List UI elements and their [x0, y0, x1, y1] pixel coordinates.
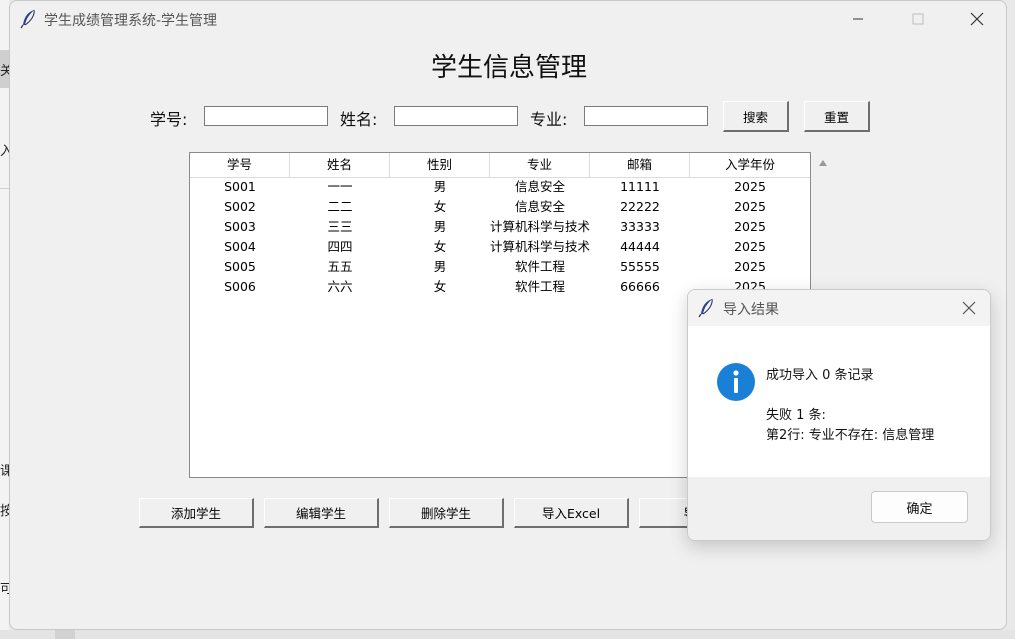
student-id-input[interactable]	[204, 106, 328, 126]
cell-gender: 男	[433, 179, 447, 194]
cell-gender: 女	[433, 239, 447, 254]
cell-enroll-year: 2025	[734, 259, 766, 274]
maximize-icon	[912, 13, 924, 25]
cell-major: 信息安全	[514, 199, 565, 214]
cell-enroll-year: 2025	[734, 179, 766, 194]
name-label: 姓名:	[340, 110, 378, 129]
reset-button[interactable]: 重置	[804, 101, 870, 132]
cell-gender: 女	[433, 279, 447, 294]
cell-name: 六六	[327, 279, 353, 294]
table-row[interactable]: S003 三三 男 计算机科学与技术 33333 2025	[190, 217, 810, 237]
cell-gender: 男	[433, 259, 447, 274]
taskbar-edge	[0, 630, 1015, 639]
cell-enroll-year: 2025	[734, 239, 766, 254]
column-header-gender[interactable]: 性别	[390, 153, 490, 177]
search-button[interactable]: 搜索	[723, 101, 789, 132]
minimize-icon	[853, 18, 863, 20]
dialog-message-failed: 失败 1 条:	[766, 408, 826, 423]
info-icon	[717, 363, 755, 401]
cell-gender: 男	[433, 219, 447, 234]
feather-icon	[20, 9, 35, 29]
cell-email: 11111	[620, 179, 660, 194]
column-header-major[interactable]: 专业	[490, 153, 590, 177]
window-title: 学生成绩管理系统-学生管理	[44, 13, 218, 29]
cell-email: 22222	[620, 199, 660, 214]
table-row[interactable]: S004 四四 女 计算机科学与技术 44444 2025	[190, 237, 810, 257]
major-input[interactable]	[584, 106, 708, 126]
close-icon	[970, 12, 984, 26]
table-row[interactable]: S001 一一 男 信息安全 11111 2025	[190, 177, 810, 197]
close-button[interactable]	[957, 7, 997, 31]
ok-button[interactable]: 确定	[871, 491, 968, 523]
name-input[interactable]	[394, 106, 518, 126]
cell-enroll-year: 2025	[734, 199, 766, 214]
feather-icon	[698, 298, 713, 318]
taskbar-edge-shade	[55, 630, 75, 639]
column-header-enroll-year[interactable]: 入学年份	[690, 153, 810, 177]
maximize-button[interactable]	[898, 7, 938, 31]
cell-enroll-year: 2025	[734, 219, 766, 234]
major-label: 专业:	[530, 110, 568, 129]
dialog-title: 导入结果	[723, 302, 779, 318]
column-header-name[interactable]: 姓名	[290, 153, 390, 177]
table-row[interactable]: S002 二二 女 信息安全 22222 2025	[190, 197, 810, 217]
cell-major: 计算机科学与技术	[490, 219, 590, 234]
cell-name: 一一	[327, 179, 353, 194]
edit-student-button[interactable]: 编辑学生	[264, 498, 379, 528]
cell-major: 软件工程	[514, 279, 565, 294]
minimize-button[interactable]	[838, 7, 878, 31]
close-icon	[962, 301, 976, 315]
cell-major: 信息安全	[514, 179, 565, 194]
dialog-titlebar[interactable]: 导入结果	[688, 290, 990, 326]
dialog-message-detail: 第2行: 专业不存在: 信息管理	[766, 428, 935, 443]
table-header: 学号 姓名 性别 专业 邮箱 入学年份	[190, 153, 810, 178]
cell-student-id: S002	[224, 199, 256, 214]
page-title: 学生信息管理	[430, 53, 587, 83]
cell-major: 软件工程	[514, 259, 565, 274]
delete-student-button[interactable]: 删除学生	[389, 498, 504, 528]
cell-student-id: S001	[224, 179, 256, 194]
cell-email: 66666	[620, 279, 660, 294]
dialog-close-button[interactable]	[954, 297, 984, 319]
column-header-student-id[interactable]: 学号	[190, 153, 290, 177]
background-divider	[0, 188, 9, 189]
import-excel-button[interactable]: 导入Excel	[514, 498, 629, 528]
cell-email: 33333	[620, 219, 660, 234]
cell-gender: 女	[433, 199, 447, 214]
cell-name: 二二	[327, 199, 353, 214]
table-row[interactable]: S005 五五 男 软件工程 55555 2025	[190, 257, 810, 277]
dialog-message-success: 成功导入 0 条记录	[766, 368, 874, 383]
cell-student-id: S006	[224, 279, 256, 294]
cell-email: 55555	[620, 259, 660, 274]
cell-name: 五五	[327, 259, 353, 274]
cell-student-id: S005	[224, 259, 256, 274]
scroll-up-arrow-icon[interactable]	[816, 157, 830, 169]
cell-name: 三三	[327, 219, 353, 234]
background-window-edge	[0, 0, 9, 639]
student-id-label: 学号:	[150, 110, 188, 129]
import-result-dialog: 导入结果 成功导入 0 条记录 失败 1 条: 第2行: 专业不存在: 信息管理…	[687, 289, 991, 541]
cell-name: 四四	[327, 239, 353, 254]
cell-major: 计算机科学与技术	[490, 239, 590, 254]
add-student-button[interactable]: 添加学生	[139, 498, 254, 528]
cell-student-id: S003	[224, 219, 256, 234]
window-titlebar[interactable]: 学生成绩管理系统-学生管理	[10, 1, 1006, 37]
cell-email: 44444	[620, 239, 660, 254]
column-header-email[interactable]: 邮箱	[590, 153, 690, 177]
cell-student-id: S004	[224, 239, 256, 254]
